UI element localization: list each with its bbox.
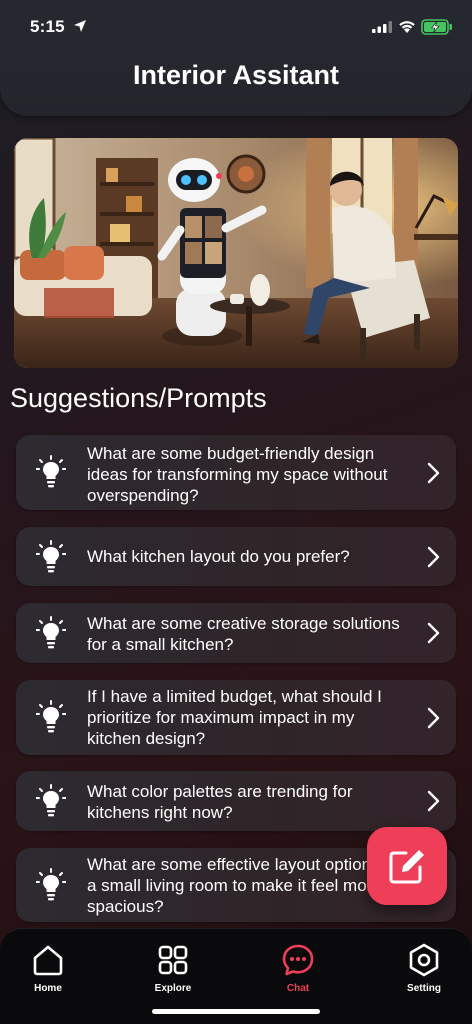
- status-time: 5:15: [30, 17, 65, 36]
- prompt-card[interactable]: What color palettes are trending for kit…: [16, 771, 456, 831]
- chat-icon: [282, 944, 314, 976]
- tab-chat[interactable]: Chat: [258, 943, 338, 994]
- prompt-text: If I have a limited budget, what should …: [87, 687, 382, 748]
- tab-explore[interactable]: Explore: [133, 943, 213, 994]
- hero-illustration: [14, 138, 458, 368]
- location-arrow-icon: [74, 20, 86, 32]
- status-bar: 5:15: [0, 0, 472, 56]
- home-icon: [33, 945, 63, 976]
- wifi-icon: [399, 21, 415, 33]
- tab-settings[interactable]: Setting: [384, 943, 464, 994]
- lightbulb-icon: [36, 455, 66, 488]
- lightbulb-icon: [36, 868, 66, 901]
- tab-home[interactable]: Home: [8, 943, 88, 994]
- home-indicator[interactable]: [152, 1009, 320, 1014]
- prompt-text: What are some creative storage solutions…: [87, 614, 400, 654]
- cellular-signal-icon: [372, 21, 392, 33]
- tab-label: Setting: [407, 983, 441, 994]
- prompt-card[interactable]: What kitchen layout do you prefer?: [16, 527, 456, 586]
- section-title: Suggestions/Prompts: [10, 383, 267, 413]
- tab-label: Home: [34, 983, 62, 994]
- prompt-text: What color palettes are trending for kit…: [87, 782, 353, 822]
- lightbulb-icon: [36, 616, 66, 649]
- prompt-card[interactable]: What are some creative storage solutions…: [16, 603, 456, 663]
- chevron-right-icon: [427, 707, 440, 729]
- page-title: Interior Assitant: [132, 60, 340, 90]
- prompt-card[interactable]: If I have a limited budget, what should …: [16, 680, 456, 755]
- prompt-text: What are some budget-friendly design ide…: [87, 444, 388, 505]
- chevron-right-icon: [427, 546, 440, 568]
- prompt-card[interactable]: What are some budget-friendly design ide…: [16, 435, 456, 510]
- lightbulb-icon: [36, 700, 66, 733]
- battery-charging-icon: [421, 19, 452, 35]
- chevron-right-icon: [427, 790, 440, 812]
- prompt-text: What kitchen layout do you prefer?: [87, 547, 350, 566]
- prompt-text: What are some effective layout options f…: [87, 855, 405, 916]
- chevron-right-icon: [427, 462, 440, 484]
- lightbulb-icon: [36, 540, 66, 573]
- lightbulb-icon: [36, 784, 66, 817]
- tab-label: Chat: [286, 983, 310, 994]
- settings-icon: [409, 943, 439, 977]
- grid-icon: [158, 945, 188, 975]
- compose-button[interactable]: [367, 827, 447, 905]
- edit-icon: [389, 850, 424, 884]
- chevron-right-icon: [427, 622, 440, 644]
- tab-label: Explore: [154, 983, 192, 994]
